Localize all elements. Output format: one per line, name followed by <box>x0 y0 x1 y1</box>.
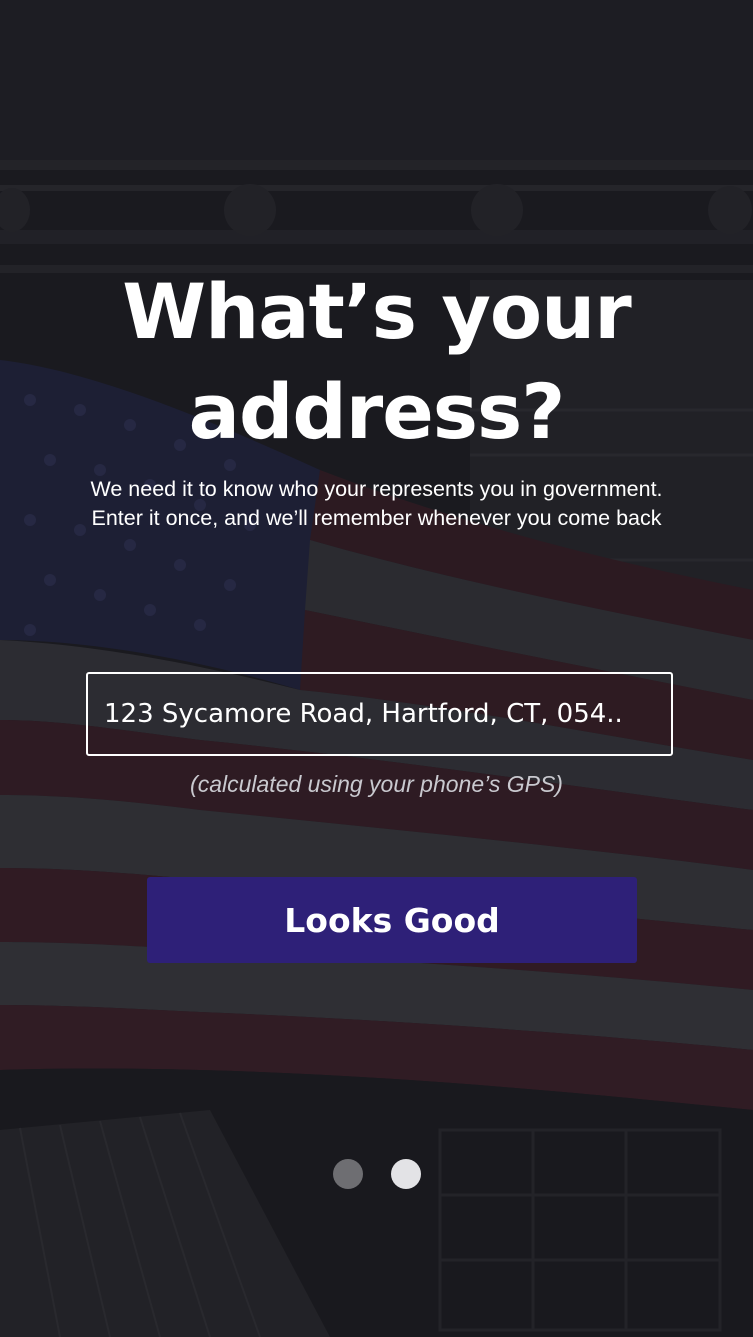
onboarding-address-screen: What’s your address? We need it to know … <box>0 0 753 1337</box>
page-title: What’s your address? <box>0 262 753 462</box>
subtitle-line-2: Enter it once, and we’ll remember whenev… <box>91 506 662 530</box>
page-subtitle: We need it to know who your represents y… <box>20 475 733 533</box>
address-input[interactable]: 123 Sycamore Road, Hartford, CT, 054.. <box>86 672 673 756</box>
page-dot-2-active[interactable] <box>390 1159 421 1189</box>
page-dot-1[interactable] <box>332 1159 363 1189</box>
page-indicator <box>0 1159 753 1189</box>
address-input-value: 123 Sycamore Road, Hartford, CT, 054.. <box>104 699 623 729</box>
subtitle-line-1: We need it to know who your represents y… <box>90 477 663 501</box>
page-title-text: What’s your address? <box>122 267 631 456</box>
gps-note: (calculated using your phone’s GPS) <box>190 771 563 797</box>
looks-good-button[interactable]: Looks Good <box>147 877 637 963</box>
background-dim-overlay <box>0 0 753 1337</box>
